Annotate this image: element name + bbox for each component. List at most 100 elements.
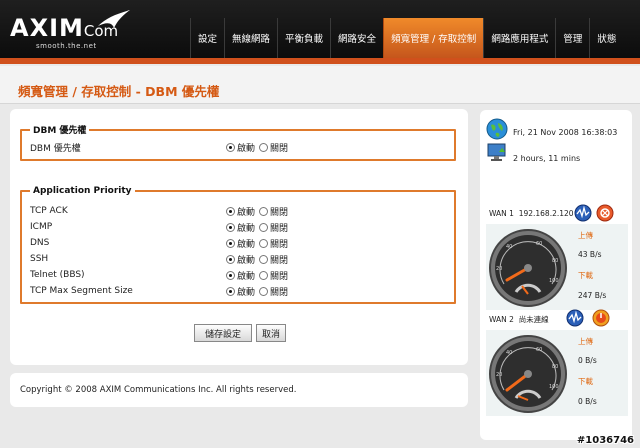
main-nav: 設定 無線網路 平衡負載 網路安全 頻寬管理 / 存取控制 網路應用程式 管理 … [190, 18, 623, 58]
datetime-text: Fri, 21 Nov 2008 16:38:03 [513, 127, 618, 137]
brand-logo[interactable]: AXIMCom smooth.the.net [10, 10, 130, 50]
dbm-legend: DBM 優先權 [33, 126, 87, 136]
nav-wireless[interactable]: 無線網路 [224, 18, 277, 58]
footer: Copyright © 2008 AXIM Communications Inc… [10, 373, 468, 407]
wan2-connect-icon[interactable] [592, 309, 610, 327]
radio-on[interactable] [226, 286, 235, 296]
wan1-disconnect-icon[interactable] [596, 204, 614, 222]
priority-legend: Application Priority [33, 186, 132, 196]
dns-off-option[interactable]: 關閉 [259, 237, 288, 250]
nav-bandwidth[interactable]: 頻寬管理 / 存取控制 [383, 18, 484, 58]
uptime-text: 2 hours, 11 mins [513, 153, 581, 163]
wan2-upload-label: 上傳 [578, 337, 593, 346]
telnet-on-option[interactable]: 啟動 [226, 269, 255, 282]
wan2-download-label: 下載 [578, 377, 593, 386]
radio-on[interactable] [226, 238, 235, 248]
priority-fieldset: Application Priority TCP ACK 啟動 關閉 ICMP … [20, 186, 456, 304]
tcp-mss-on-option[interactable]: 啟動 [226, 285, 255, 298]
radio-on[interactable] [226, 142, 235, 152]
svg-text:60: 60 [536, 347, 542, 353]
wan1-signal-icon[interactable] [574, 204, 592, 222]
radio-off-label: 關閉 [270, 271, 289, 282]
radio-on-label: 啟動 [237, 255, 256, 266]
wan1-download-label: 下載 [578, 271, 593, 280]
radio-off-label: 關閉 [270, 207, 289, 218]
wan2-download-speed: 0 B/s [578, 397, 597, 406]
copyright-text: Copyright © 2008 AXIM Communications Inc… [20, 385, 297, 395]
title-bar: 頻寬管理 / 存取控制 - DBM 優先權 [0, 66, 640, 104]
icmp-on-option[interactable]: 啟動 [226, 221, 255, 234]
row-label: SSH [30, 254, 49, 264]
telnet-off-option[interactable]: 關閉 [259, 269, 288, 282]
radio-on-label: 啟動 [237, 287, 256, 298]
radio-off[interactable] [259, 286, 269, 296]
radio-off[interactable] [259, 206, 269, 216]
radio-on-label: 啟動 [237, 239, 256, 250]
radio-on-label: 啟動 [237, 143, 256, 154]
wan2-gauge-panel: 20 40 60 80 100 上傳 0 B/s 下載 0 B/s [486, 330, 628, 416]
radio-off-label: 關閉 [270, 239, 289, 250]
save-button[interactable]: 儲存設定 [194, 324, 252, 342]
priority-row-telnet: Telnet (BBS) 啟動 關閉 [30, 267, 460, 283]
svg-text:100: 100 [549, 384, 559, 390]
radio-on-label: 啟動 [237, 271, 256, 282]
dbm-on-option[interactable]: 啟動 [226, 141, 255, 154]
tcp-mss-off-option[interactable]: 關閉 [259, 285, 288, 298]
svg-text:80: 80 [552, 364, 558, 370]
radio-off[interactable] [259, 238, 269, 248]
row-label: DNS [30, 238, 50, 248]
globe-icon [486, 118, 508, 140]
monitor-icon [487, 143, 506, 161]
wan2-speed-gauge: 20 40 60 80 100 [489, 335, 567, 413]
nav-security[interactable]: 網路安全 [330, 18, 383, 58]
nav-load-balance[interactable]: 平衡負載 [277, 18, 330, 58]
radio-off[interactable] [259, 270, 269, 280]
priority-row-icmp: ICMP 啟動 關閉 [30, 219, 460, 235]
radio-on[interactable] [226, 206, 235, 216]
dns-on-option[interactable]: 啟動 [226, 237, 255, 250]
row-label: TCP ACK [30, 206, 68, 216]
ssh-on-option[interactable]: 啟動 [226, 253, 255, 266]
radio-on[interactable] [226, 222, 235, 232]
radio-on[interactable] [226, 270, 235, 280]
wan1-speed-gauge: 20 40 60 80 100 [489, 229, 567, 307]
nav-management[interactable]: 管理 [555, 18, 589, 58]
svg-text:60: 60 [536, 241, 542, 247]
page-title: 頻寬管理 / 存取控制 - DBM 優先權 [18, 84, 220, 99]
priority-row-ssh: SSH 啟動 關閉 [30, 251, 460, 267]
row-label: TCP Max Segment Size [30, 286, 133, 296]
datetime-row: Fri, 21 Nov 2008 16:38:03 [486, 118, 617, 140]
tcp-ack-off-option[interactable]: 關閉 [259, 205, 288, 218]
radio-off[interactable] [259, 254, 269, 264]
radio-on-label: 啟動 [237, 223, 256, 234]
header: AXIMCom smooth.the.net 設定 無線網路 平衡負載 網路安全… [0, 0, 640, 64]
radio-on-label: 啟動 [237, 207, 256, 218]
svg-text:20: 20 [496, 266, 502, 272]
wan1-gauge-panel: 20 40 60 80 100 上傳 43 B/s 下載 247 B/s [486, 224, 628, 310]
bird-logo-icon [98, 10, 130, 28]
cancel-button[interactable]: 取消 [256, 324, 286, 342]
icmp-off-option[interactable]: 關閉 [259, 221, 288, 234]
radio-off[interactable] [259, 142, 269, 152]
priority-row-dns: DNS 啟動 關閉 [30, 235, 460, 251]
nav-settings[interactable]: 設定 [190, 18, 224, 58]
dbm-off-option[interactable]: 關閉 [259, 141, 288, 154]
nav-status[interactable]: 狀態 [589, 18, 623, 58]
svg-text:40: 40 [506, 244, 512, 250]
row-label: DBM 優先權 [30, 143, 81, 154]
nav-applications[interactable]: 網路應用程式 [483, 18, 555, 58]
radio-off-label: 關閉 [270, 143, 289, 154]
wan1-download-speed: 247 B/s [578, 291, 607, 300]
uptime-row: 2 hours, 11 mins [486, 142, 580, 164]
priority-row-tcp-ack: TCP ACK 啟動 關閉 [30, 203, 460, 219]
dbm-row: DBM 優先權 啟動 關閉 [30, 139, 460, 155]
wan2-signal-icon[interactable] [566, 309, 584, 327]
wan1-upload-speed: 43 B/s [578, 250, 602, 259]
radio-off[interactable] [259, 222, 269, 232]
ssh-off-option[interactable]: 關閉 [259, 253, 288, 266]
tcp-ack-on-option[interactable]: 啟動 [226, 205, 255, 218]
row-label: ICMP [30, 222, 53, 232]
radio-on[interactable] [226, 254, 235, 264]
dbm-fieldset: DBM 優先權 DBM 優先權 啟動 關閉 [20, 123, 456, 161]
brand-tagline: smooth.the.net [36, 42, 97, 50]
